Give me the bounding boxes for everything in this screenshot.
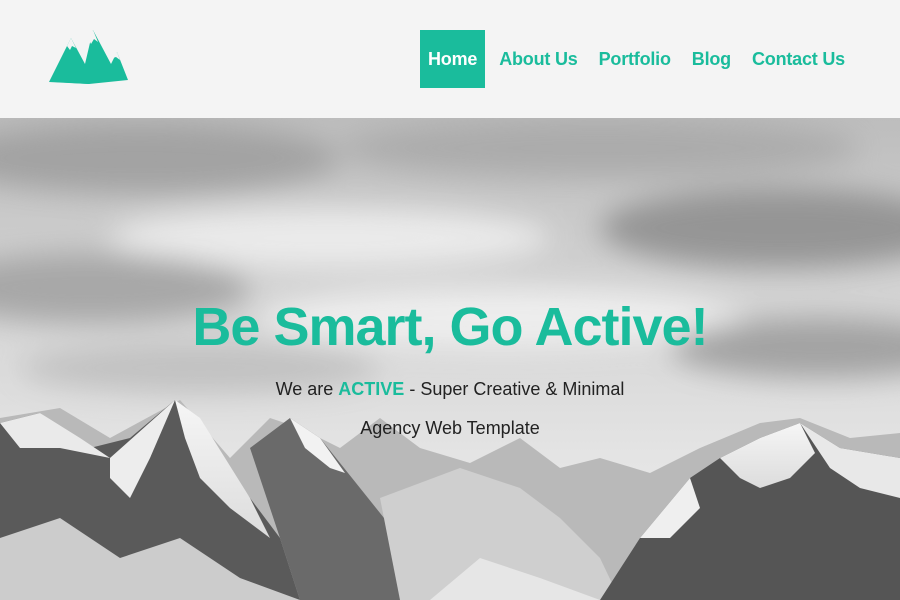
hero-subtitle-suffix: - Super Creative & Minimal	[409, 379, 625, 399]
hero-subtitle: We are ACTIVE - Super Creative & Minimal…	[0, 370, 900, 448]
site-header: Home About Us Portfolio Blog Contact Us	[0, 0, 900, 118]
nav-about-us[interactable]: About Us	[489, 30, 587, 88]
main-nav: Home About Us Portfolio Blog Contact Us	[419, 30, 855, 88]
hero-subtitle-line2: Agency Web Template	[360, 418, 540, 438]
nav-portfolio[interactable]: Portfolio	[589, 30, 681, 88]
nav-blog[interactable]: Blog	[682, 30, 741, 88]
hero-section: Be Smart, Go Active! We are ACTIVE - Sup…	[0, 118, 900, 600]
nav-home[interactable]: Home	[419, 30, 486, 88]
hero-brand-name: ACTIVE	[338, 379, 405, 399]
hero-background-image	[0, 118, 900, 600]
mountain-logo-icon[interactable]	[49, 26, 129, 84]
hero-subtitle-prefix: We are	[275, 379, 334, 399]
hero-title: Be Smart, Go Active!	[192, 297, 708, 357]
nav-contact-us[interactable]: Contact Us	[742, 30, 855, 88]
